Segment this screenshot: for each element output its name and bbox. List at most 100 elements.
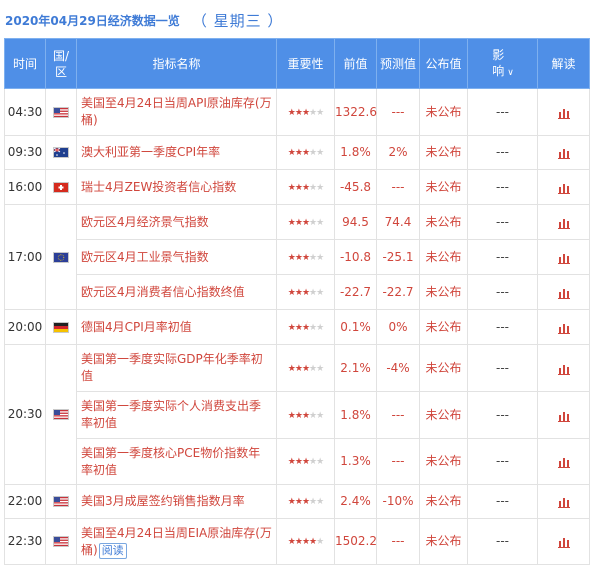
importance-cell: ★★★★★ — [276, 135, 335, 170]
importance-stars: ★★★★★ — [288, 537, 324, 547]
actual-value: 未公布 — [419, 309, 468, 345]
star-empty-icon: ★ — [316, 182, 324, 193]
forecast-value: --- — [376, 518, 420, 565]
importance-cell: ★★★★★ — [276, 484, 335, 519]
interpret-cell — [537, 169, 590, 205]
impact-value: --- — [467, 391, 538, 439]
country-flag-cell — [45, 169, 77, 205]
table-row: 美国第一季度实际个人消费支出季率初值 ★★★★★ 1.8% --- 未公布 --- — [5, 391, 590, 439]
indicator-name[interactable]: 澳大利亚第一季度CPI年率 — [81, 145, 220, 159]
event-time: 17:00 — [4, 204, 46, 310]
country-flag-cell — [45, 344, 77, 485]
interpret-cell — [537, 391, 590, 439]
indicator-name[interactable]: 美国至4月24日当周API原油库存(万桶) — [81, 96, 272, 127]
previous-value: 94.5 — [334, 204, 377, 240]
star-empty-icon: ★ — [316, 537, 324, 547]
col-country: 国/区 — [45, 38, 77, 89]
bar-chart-icon[interactable] — [557, 496, 570, 508]
star-empty-icon: ★ — [316, 497, 324, 507]
star-filled-icon: ★ — [301, 252, 310, 263]
star-filled-icon: ★ — [287, 148, 296, 158]
bar-chart-icon[interactable] — [557, 322, 570, 334]
forecast-value: -22.7 — [376, 274, 420, 310]
indicator-name[interactable]: 德国4月CPI月率初值 — [81, 320, 192, 334]
previous-value: 1.8% — [334, 135, 377, 170]
star-empty-icon: ★ — [316, 410, 324, 421]
actual-value: 未公布 — [419, 204, 468, 240]
event-time: 20:00 — [4, 309, 46, 345]
importance-stars: ★★★★★ — [288, 182, 324, 193]
read-button[interactable]: 阅读 — [98, 542, 127, 559]
indicator-name-cell: 美国第一季度实际个人消费支出季率初值 — [76, 391, 277, 439]
indicator-name[interactable]: 欧元区4月经济景气指数 — [81, 215, 209, 229]
event-time: 16:00 — [4, 169, 46, 205]
star-empty-icon: ★ — [316, 287, 324, 298]
impact-value: --- — [467, 309, 538, 345]
flag-au-icon — [53, 147, 69, 158]
event-time: 04:30 — [4, 88, 46, 136]
bar-chart-icon[interactable] — [557, 363, 570, 375]
importance-cell: ★★★★★ — [276, 309, 335, 345]
bar-chart-icon[interactable] — [557, 252, 570, 264]
star-filled-icon: ★ — [301, 410, 310, 421]
table-header-row: 时间 国/区 指标名称 重要性 前值 预测值 公布值 影响 ∨ 解读 — [4, 38, 590, 89]
table-row: 22:30 美国至4月24日当周EIA原油库存(万桶) 阅读 ★★★★★ 1502.2-… — [4, 518, 590, 565]
indicator-name-cell: 美国至4月24日当周API原油库存(万桶) — [76, 88, 277, 136]
indicator-name[interactable]: 美国第一季度实际个人消费支出季率初值 — [81, 399, 261, 430]
star-filled-icon: ★ — [301, 107, 310, 118]
previous-value: 1322.6 — [334, 88, 377, 136]
col-previous: 前值 — [334, 38, 377, 89]
bar-chart-icon[interactable] — [557, 107, 570, 119]
impact-value: --- — [467, 204, 538, 240]
bar-chart-icon[interactable] — [557, 217, 570, 229]
table-row: 09:30 澳大利亚第一季度CPI年率 ★★★★★ 1.8% 2% 未公布 --- — [4, 135, 590, 170]
bar-chart-icon[interactable] — [557, 287, 570, 299]
actual-value: 未公布 — [419, 88, 468, 136]
calendar-header: 2020年04月29日经济数据一览 （ 星期三 ） — [5, 10, 283, 32]
event-time: 20:30 — [4, 344, 46, 485]
importance-cell: ★★★★★ — [276, 438, 335, 485]
indicator-name[interactable]: 欧元区4月工业景气指数 — [81, 250, 209, 264]
star-filled-icon: ★ — [287, 252, 296, 263]
col-impact[interactable]: 影响 ∨ — [467, 38, 538, 89]
indicator-name[interactable]: 欧元区4月消费者信心指数终值 — [81, 285, 245, 299]
impact-value: --- — [467, 484, 538, 519]
indicator-name[interactable]: 美国第一季度实际GDP年化季率初值 — [81, 352, 263, 383]
bar-chart-icon[interactable] — [557, 182, 570, 194]
previous-value: 1502.2 — [334, 518, 377, 565]
forecast-value: --- — [376, 169, 420, 205]
importance-stars: ★★★★★ — [287, 363, 324, 374]
previous-value: -45.8 — [334, 169, 377, 205]
star-filled-icon: ★ — [301, 217, 310, 228]
star-filled-icon: ★ — [287, 363, 296, 374]
event-time: 22:30 — [4, 518, 46, 565]
bar-chart-icon[interactable] — [557, 410, 570, 422]
country-flag-cell — [45, 88, 77, 136]
bar-chart-icon[interactable] — [557, 147, 570, 159]
star-empty-icon: ★ — [316, 148, 324, 158]
importance-stars: ★★★★★ — [287, 322, 324, 333]
star-empty-icon: ★ — [316, 457, 324, 467]
flag-us-icon — [53, 106, 69, 118]
bar-chart-icon[interactable] — [557, 536, 570, 548]
indicator-name[interactable]: 美国第一季度核心PCE物价指数年率初值 — [81, 446, 260, 477]
star-empty-icon: ★ — [316, 107, 324, 118]
indicator-name[interactable]: 美国3月成屋签约销售指数月率 — [81, 494, 245, 508]
importance-stars: ★★★★★ — [287, 148, 324, 158]
actual-value: 未公布 — [419, 391, 468, 439]
interpret-cell — [537, 274, 590, 310]
bar-chart-icon[interactable] — [557, 456, 570, 468]
star-filled-icon: ★ — [287, 322, 296, 333]
forecast-value: 2% — [376, 135, 420, 170]
star-filled-icon: ★ — [301, 322, 310, 333]
chevron-down-icon[interactable]: ∨ — [507, 65, 514, 81]
star-filled-icon: ★ — [294, 148, 303, 158]
impact-value: --- — [467, 274, 538, 310]
star-filled-icon: ★ — [287, 497, 296, 507]
interpret-cell — [537, 484, 590, 519]
forecast-value: --- — [376, 438, 420, 485]
interpret-cell — [537, 135, 590, 170]
indicator-name[interactable]: 瑞士4月ZEW投资者信心指数 — [81, 180, 236, 194]
star-filled-icon: ★ — [287, 217, 296, 228]
importance-cell: ★★★★★ — [276, 344, 335, 392]
